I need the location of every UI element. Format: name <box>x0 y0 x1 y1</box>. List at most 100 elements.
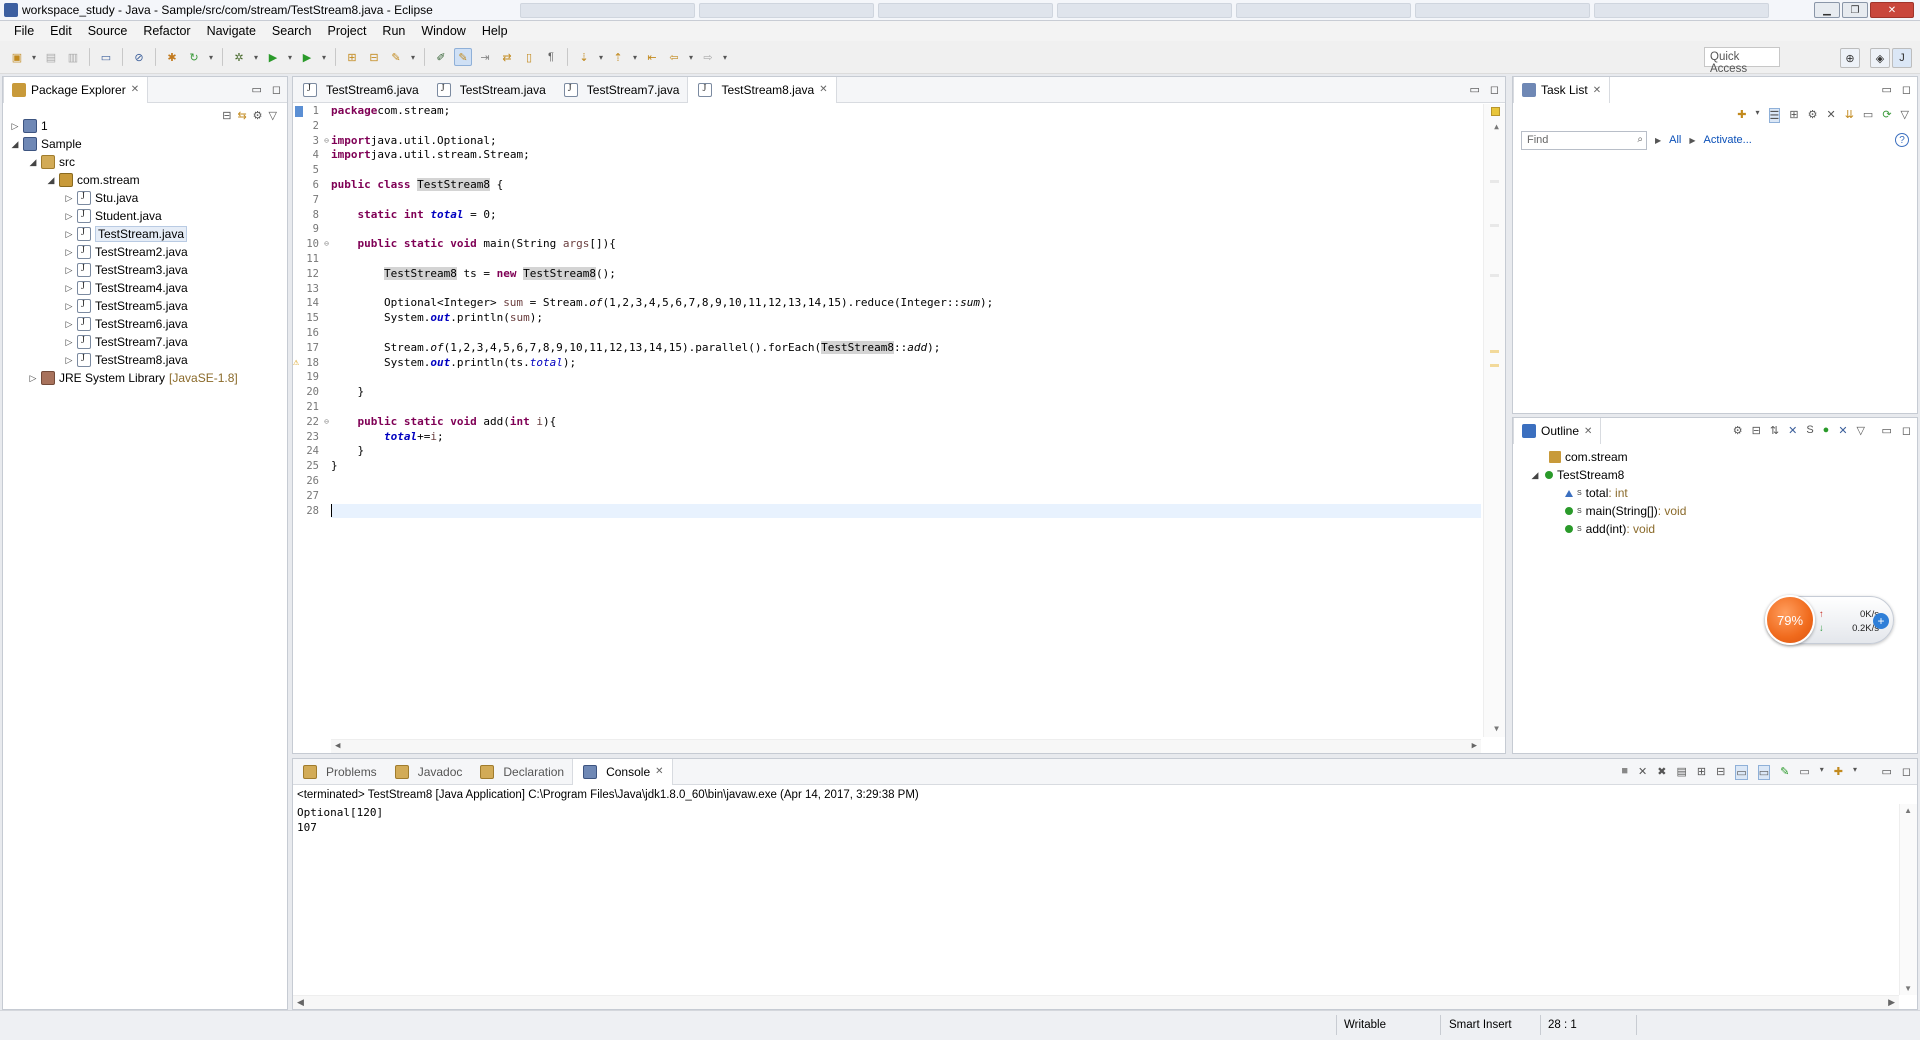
minimize-icon[interactable]: ▭ <box>1469 83 1479 96</box>
tab-outline[interactable]: Outline ✕ <box>1513 418 1602 444</box>
show-whitespace-icon[interactable]: ⇄ <box>498 48 516 66</box>
minimize-icon[interactable]: ▭ <box>1881 83 1891 96</box>
warning-marker-icon[interactable] <box>1491 107 1500 116</box>
outline-item[interactable]: ◢ TestStream8 <box>1521 466 1917 484</box>
display-console-icon[interactable]: ▭ <box>1799 765 1809 780</box>
tree-node[interactable]: ▷ TestStream5.java <box>9 297 287 315</box>
hide-completed-icon[interactable]: ✕ <box>1826 108 1835 123</box>
scroll-down-icon[interactable]: ▼ <box>1904 984 1912 993</box>
forward-icon[interactable]: ⇨ <box>699 48 717 66</box>
sync-icon[interactable]: ⟳ <box>1882 108 1891 123</box>
minimize-icon[interactable]: ▭ <box>1881 765 1891 778</box>
pin-console-icon[interactable]: ✎ <box>1780 765 1789 780</box>
new-java-project-icon[interactable]: ✱ <box>163 48 181 66</box>
collapse-icon[interactable]: ◢ <box>9 139 21 150</box>
close-icon[interactable]: ✕ <box>1584 426 1592 437</box>
console-output[interactable]: Optional[120] 107 <box>293 803 1917 837</box>
view-menu-icon[interactable]: ▽ <box>1901 108 1909 123</box>
categorized-icon[interactable]: ☰ <box>1768 108 1781 123</box>
external-tools-icon[interactable]: ▶ <box>298 48 316 66</box>
code-editor[interactable]: 1 2 3 ⊖ 4 5 6 7 8 9 10 ⊖ 11 12 13 14 15 16 17 18 ⚠ 19 20 21 22 ⊖ 2… <box>293 104 1505 753</box>
back-dropdown-icon[interactable]: ▾ <box>687 48 695 66</box>
tree-node[interactable]: ▷ TestStream8.java <box>9 351 287 369</box>
tree-node[interactable]: ▷ TestStream6.java <box>9 315 287 333</box>
console-horizontal-scrollbar[interactable]: ◀ ▶ <box>293 995 1899 1009</box>
collapse-icon[interactable]: ◢ <box>27 157 39 168</box>
sort-icon[interactable]: ⇅ <box>1770 424 1779 437</box>
tree-node[interactable]: ▷ TestStream7.java <box>9 333 287 351</box>
scroll-down-icon[interactable]: ▼ <box>1494 724 1499 733</box>
close-window-button[interactable]: ✕ <box>1870 2 1914 18</box>
menu-file[interactable]: File <box>6 24 42 38</box>
hide-non-public-icon[interactable]: ● <box>1823 424 1830 437</box>
tab-package-explorer[interactable]: Package Explorer ✕ <box>3 76 149 103</box>
tree-node[interactable]: ▷ Student.java <box>9 207 287 225</box>
expand-icon[interactable]: ▷ <box>27 373 39 384</box>
open-task-icon[interactable]: ⊟ <box>365 48 383 66</box>
skip-breakpoints-icon[interactable]: ⊘ <box>130 48 148 66</box>
minimize-window-button[interactable]: ▁ <box>1814 2 1840 18</box>
outline-item[interactable]: Sadd(int) : void <box>1521 520 1917 538</box>
tab-editor-file[interactable]: TestStream7.java <box>554 77 688 103</box>
tree-node[interactable]: ▷ TestStream4.java <box>9 279 287 297</box>
tab-console[interactable]: Console ✕ <box>572 758 673 785</box>
close-icon[interactable]: ✕ <box>1593 85 1601 96</box>
remove-launch-icon[interactable]: ✕ <box>1638 765 1647 780</box>
scroll-left-icon[interactable]: ◀ <box>297 997 304 1008</box>
close-icon[interactable]: ✕ <box>131 84 139 95</box>
tab-task-list[interactable]: Task List ✕ <box>1513 77 1611 103</box>
new-dropdown-icon[interactable]: ▾ <box>30 48 38 66</box>
toggle-block-icon[interactable]: ⇥ <box>476 48 494 66</box>
run-icon[interactable]: ▶ <box>264 48 282 66</box>
maximize-icon[interactable]: ◻ <box>1902 765 1911 778</box>
hide-fields-icon[interactable]: ✕ <box>1788 424 1797 437</box>
expand-icon[interactable]: ▷ <box>63 193 75 204</box>
all-link[interactable]: All <box>1669 134 1681 146</box>
hide-static-icon[interactable]: S <box>1806 424 1813 437</box>
maximize-icon[interactable]: ◻ <box>1490 83 1499 96</box>
collapse-icon[interactable]: ◢ <box>1529 470 1541 481</box>
debug-dropdown-icon[interactable]: ▾ <box>252 48 260 66</box>
maximize-window-button[interactable]: ❐ <box>1842 2 1868 18</box>
terminate-icon[interactable]: ■ <box>1621 765 1628 780</box>
expand-icon[interactable]: ▷ <box>9 121 21 132</box>
tree-node[interactable]: ▷ TestStream3.java <box>9 261 287 279</box>
memory-percent-circle[interactable]: 79% <box>1765 595 1815 645</box>
tab-editor-file[interactable]: TestStream6.java <box>293 77 427 103</box>
open-console-icon[interactable]: ✚ <box>1834 765 1843 780</box>
collapse-all-icon[interactable]: ⇊ <box>1845 108 1854 123</box>
tree-node[interactable]: ▷ Stu.java <box>9 189 287 207</box>
menu-source[interactable]: Source <box>80 24 136 38</box>
menu-window[interactable]: Window <box>413 24 473 38</box>
expand-icon[interactable]: ▷ <box>63 265 75 276</box>
menu-help[interactable]: Help <box>474 24 516 38</box>
toggle-highlight-icon[interactable]: ✎ <box>454 48 472 66</box>
maximize-icon[interactable]: ◻ <box>1902 83 1911 96</box>
scroll-left-icon[interactable]: ◀ <box>335 741 340 751</box>
open-perspective-icon[interactable]: ⊕ <box>1840 48 1860 68</box>
maximize-icon[interactable]: ◻ <box>272 83 281 96</box>
external-tools-dropdown-icon[interactable]: ▾ <box>320 48 328 66</box>
back-icon[interactable]: ⇦ <box>665 48 683 66</box>
find-field[interactable]: Find ⌕ <box>1521 130 1647 150</box>
close-icon[interactable]: ✕ <box>655 766 663 777</box>
outline-item[interactable]: Smain(String[]) : void <box>1521 502 1917 520</box>
new-task-dropdown-icon[interactable]: ▾ <box>1755 108 1759 123</box>
display-console-dropdown-icon[interactable]: ▾ <box>1820 765 1824 780</box>
run-dropdown-icon[interactable]: ▾ <box>286 48 294 66</box>
expand-icon[interactable]: ▷ <box>63 355 75 366</box>
warning-icon[interactable]: ⚠ <box>293 356 299 371</box>
tab-problems[interactable]: Problems <box>293 759 385 785</box>
java-ee-perspective-icon[interactable]: ◈ <box>1870 48 1890 68</box>
paragraph-icon[interactable]: ¶ <box>542 48 560 66</box>
word-wrap-icon[interactable]: ▯ <box>520 48 538 66</box>
menu-edit[interactable]: Edit <box>42 24 80 38</box>
expand-icon[interactable]: ▷ <box>63 337 75 348</box>
help-icon[interactable]: ? <box>1895 133 1909 147</box>
scroll-lock-icon[interactable]: ⊞ <box>1697 765 1706 780</box>
expand-icon[interactable]: ▭ <box>1863 108 1873 123</box>
menu-navigate[interactable]: Navigate <box>199 24 264 38</box>
java-perspective-icon[interactable]: J <box>1892 48 1912 68</box>
menu-search[interactable]: Search <box>264 24 320 38</box>
collapse-all-icon[interactable]: ⊟ <box>1752 424 1761 437</box>
